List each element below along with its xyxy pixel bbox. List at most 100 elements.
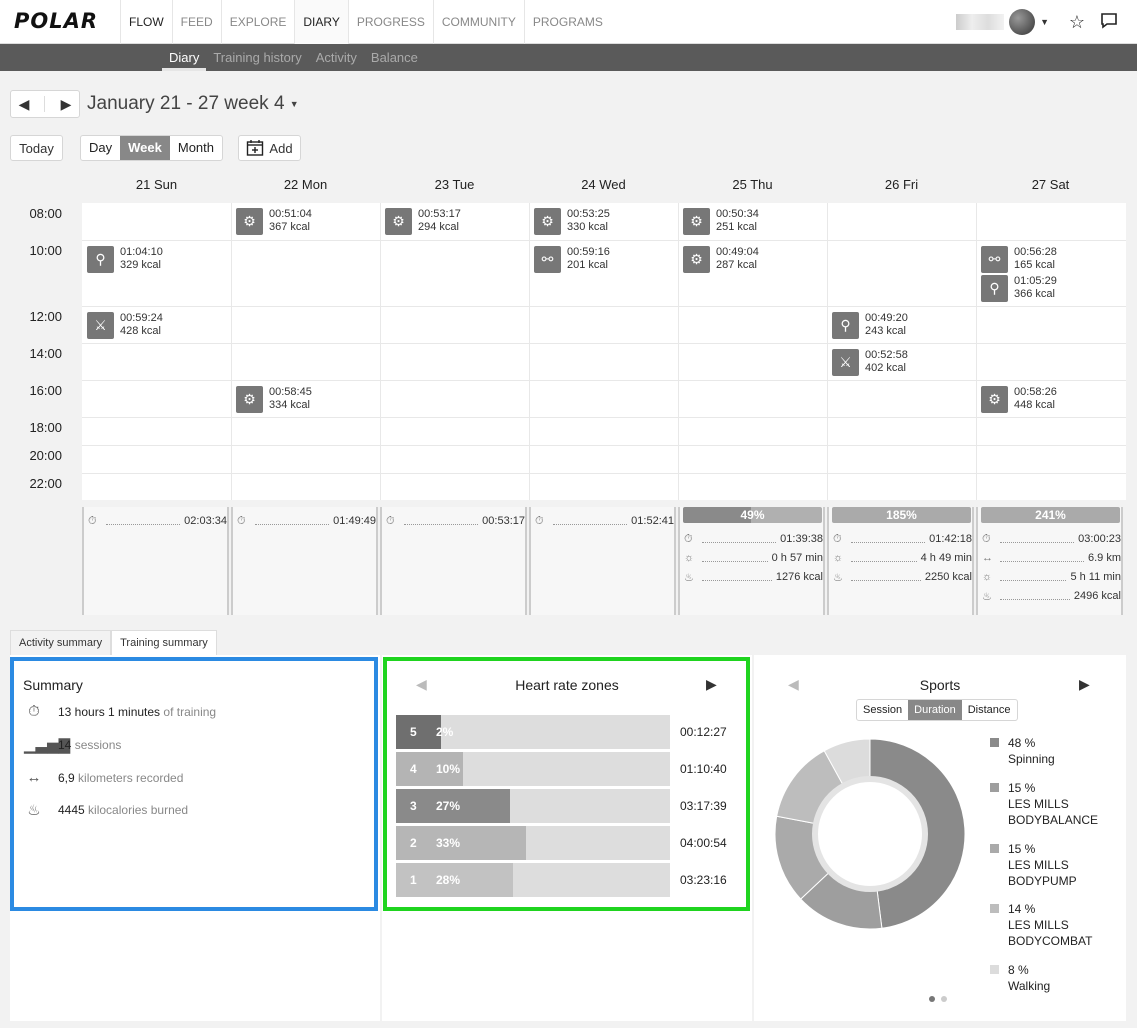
time-label: 20:00	[29, 448, 62, 463]
activity-goal-bar[interactable]: 241%	[981, 507, 1120, 523]
combat-icon: ⚔	[87, 312, 114, 339]
nav-diary[interactable]: DIARY	[294, 0, 348, 44]
sports-tab-distance[interactable]: Distance	[962, 700, 1017, 720]
total-time: 01:42:18	[929, 533, 972, 545]
daily-totals: ⏱ 01:49:49	[231, 507, 378, 615]
total-time: 03:00:23	[1078, 533, 1121, 545]
subnav-training-history[interactable]: Training history	[206, 44, 308, 71]
total-time: 01:52:41	[631, 515, 674, 527]
training-session[interactable]: ⚙ 00:58:45 334 kcal	[236, 386, 312, 413]
training-session[interactable]: ⚯ 00:59:16 201 kcal	[534, 246, 610, 273]
training-session[interactable]: ⚙ 00:58:26 448 kcal	[981, 386, 1057, 413]
sports-donut-chart[interactable]	[772, 736, 968, 932]
sports-legend-item[interactable]: 48 % Spinning	[990, 735, 1055, 767]
sports-tab-duration[interactable]: Duration	[908, 700, 962, 720]
training-session[interactable]: ⚙ 00:51:04 367 kcal	[236, 208, 312, 235]
nav-explore[interactable]: EXPLORE	[220, 0, 295, 44]
session-kcal: 201 kcal	[567, 259, 608, 271]
sports-legend-item[interactable]: 15 % LES MILLS BODYPUMP	[990, 841, 1077, 889]
grid-line	[82, 473, 1126, 474]
top-bar: POLAR FLOW FEED EXPLORE DIARY PROGRESS C…	[0, 0, 1137, 44]
hr-zone-time: 00:12:27	[680, 725, 727, 739]
next-arrow-icon[interactable]: ▶	[1079, 676, 1090, 693]
summary-title: Summary	[23, 677, 83, 693]
sports-tab-session[interactable]: Session	[857, 700, 908, 720]
session-duration: 00:50:34	[716, 208, 759, 220]
training-session[interactable]: ⚲ 01:04:10 329 kcal	[87, 246, 163, 273]
today-button[interactable]: Today	[10, 135, 63, 161]
training-session[interactable]: ⚯ 00:56:28 165 kcal	[981, 246, 1057, 273]
polar-logo[interactable]: POLAR	[14, 9, 98, 33]
dotted-leader	[851, 535, 926, 543]
training-session[interactable]: ⚔ 00:59:24 428 kcal	[87, 312, 163, 339]
next-week-icon[interactable]: ▶	[61, 96, 72, 113]
training-session[interactable]: ⚙ 00:53:25 330 kcal	[534, 208, 610, 235]
nav-community[interactable]: COMMUNITY	[432, 0, 524, 44]
view-switcher: Day Week Month	[80, 135, 223, 161]
tab-activity-summary[interactable]: Activity summary	[10, 630, 112, 656]
activity-icon: ☼	[684, 552, 695, 564]
training-session[interactable]: ⚙ 00:50:34 251 kcal	[683, 208, 759, 235]
daily-totals: 49% ⏱ 01:39:38 ☼ 0 h 57 min ♨ 1276 kcal	[678, 507, 825, 615]
nav-feed[interactable]: FEED	[171, 0, 221, 44]
training-session[interactable]: ⚲ 00:49:20 243 kcal	[832, 312, 908, 339]
sports-metric-switcher: Session Duration Distance	[856, 699, 1018, 721]
training-session[interactable]: ⚙ 00:53:17 294 kcal	[385, 208, 461, 235]
hr-zone-bar[interactable]: 3 27%	[396, 789, 670, 823]
donut-slice[interactable]	[869, 738, 966, 929]
sports-legend-item[interactable]: 15 % LES MILLS BODYBALANCE	[990, 780, 1098, 828]
session-kcal: 448 kcal	[1014, 399, 1055, 411]
training-session[interactable]: ⚲ 01:05:29 366 kcal	[981, 275, 1057, 302]
subnav-diary[interactable]: Diary	[162, 44, 207, 71]
view-month-button[interactable]: Month	[170, 136, 222, 160]
view-day-button[interactable]: Day	[81, 136, 120, 160]
pager-dot[interactable]	[941, 996, 947, 1002]
stopwatch-icon: ⏱	[386, 514, 395, 527]
legend-swatch	[990, 844, 999, 853]
view-week-button[interactable]: Week	[120, 136, 170, 160]
summary-tabs: Activity summary Training summary	[10, 630, 217, 656]
total-time: 00:53:17	[482, 515, 525, 527]
chevron-down-icon[interactable]: ▼	[1040, 17, 1049, 27]
nav-progress[interactable]: PROGRESS	[347, 0, 433, 44]
sports-legend-item[interactable]: 14 % LES MILLS BODYCOMBAT	[990, 901, 1092, 949]
hr-zone-bar[interactable]: 1 28%	[396, 863, 670, 897]
session-duration: 00:52:58	[865, 349, 908, 361]
add-button[interactable]: Add	[238, 135, 301, 161]
hr-zone-number: 1	[410, 873, 417, 887]
spinning-icon: ⚙	[385, 208, 412, 235]
activity-goal-bar[interactable]: 49%	[683, 507, 822, 523]
hr-zone-bar[interactable]: 2 33%	[396, 826, 670, 860]
daily-totals: ⏱ 01:52:41	[529, 507, 676, 615]
pager-dot-active[interactable]	[929, 996, 935, 1002]
nav-flow[interactable]: FLOW	[120, 0, 172, 44]
time-label: 12:00	[29, 309, 62, 324]
avatar[interactable]	[1009, 9, 1036, 35]
walking-icon: ⚲	[981, 275, 1008, 302]
training-session[interactable]: ⚙ 00:49:04 287 kcal	[683, 246, 759, 273]
session-duration: 00:53:25	[567, 208, 610, 220]
tab-training-summary[interactable]: Training summary	[111, 630, 217, 656]
next-arrow-icon[interactable]: ▶	[706, 676, 717, 693]
training-session[interactable]: ⚔ 00:52:58 402 kcal	[832, 349, 908, 376]
flame-icon: ♨	[982, 590, 992, 603]
week-title[interactable]: January 21 - 27 week 4 ▼	[87, 93, 299, 115]
sports-legend-item[interactable]: 8 % Walking	[990, 962, 1050, 994]
prev-week-icon[interactable]: ◀	[19, 96, 30, 113]
subnav-activity[interactable]: Activity	[309, 44, 364, 71]
star-icon[interactable]: ☆	[1066, 11, 1088, 33]
hr-zone-bar[interactable]: 5 2%	[396, 715, 670, 749]
caret-down-icon[interactable]: ▼	[290, 99, 299, 109]
day-header: 23 Tue	[434, 177, 475, 192]
nav-programs[interactable]: PROGRAMS	[523, 0, 611, 44]
hr-zones-title: Heart rate zones	[515, 677, 619, 693]
hr-zone-bar[interactable]: 4 10%	[396, 752, 670, 786]
user-menu[interactable]: ▼	[956, 9, 1049, 35]
summary-sessions-suffix: sessions	[74, 738, 122, 752]
message-icon[interactable]	[1098, 11, 1120, 33]
activity-goal-bar[interactable]: 185%	[832, 507, 971, 523]
total-distance: 6.9 km	[1087, 552, 1121, 564]
time-label: 08:00	[29, 206, 62, 221]
subnav-balance[interactable]: Balance	[364, 44, 425, 71]
grid-line	[231, 203, 232, 500]
